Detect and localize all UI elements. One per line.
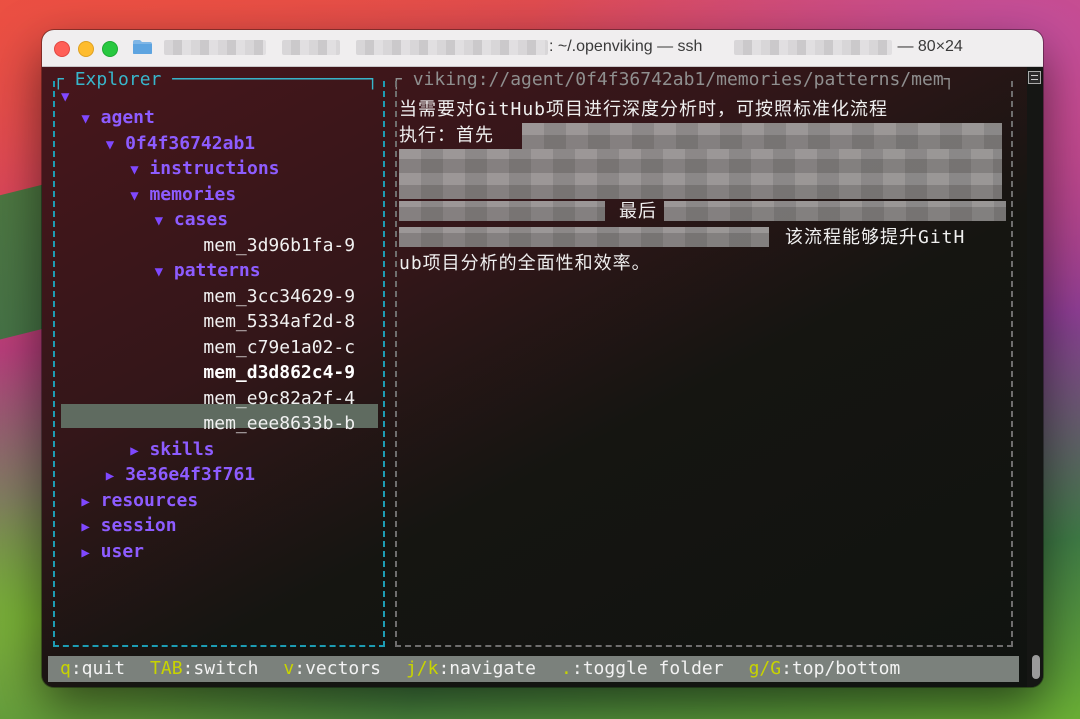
chevron-down-icon: ▼: [61, 89, 70, 105]
chevron-right-icon: ▶: [105, 468, 115, 484]
tree-folder[interactable]: ▼ agent: [81, 105, 154, 130]
shortcut-top-bottom[interactable]: g/G:top/bottom: [749, 658, 901, 679]
window-title-path: : ~/.openviking — ssh: [549, 38, 703, 55]
chevron-down-icon: ▼: [105, 136, 115, 153]
tree-folder[interactable]: ▶ skills: [130, 437, 214, 462]
folder-label: memories: [149, 183, 237, 205]
tree-folder[interactable]: ▼ cases: [155, 207, 228, 232]
redacted-title-segment: [356, 40, 548, 55]
folder-label: 0f4f36742ab1: [125, 132, 256, 154]
tree-folder[interactable]: ▼ instructions: [130, 156, 279, 181]
maximize-button[interactable]: [102, 41, 118, 57]
tree-file[interactable]: mem_3cc34629-9: [203, 284, 355, 309]
folder-label: session: [100, 515, 177, 536]
menu-icon[interactable]: [1028, 71, 1041, 84]
chevron-right-icon: ▶: [130, 442, 139, 459]
folder-label: 3e36e4f3f761: [125, 464, 256, 485]
file-label: mem_eee8633b-b: [203, 413, 356, 434]
folder-label: user: [100, 540, 145, 562]
minimize-button[interactable]: [78, 41, 94, 57]
redacted-text: [664, 201, 1006, 221]
folder-icon: [133, 40, 152, 54]
content-line-6: 该流程能够提升GitH: [785, 227, 966, 248]
scrollbar-thumb[interactable]: [1032, 655, 1040, 679]
shortcut-switch[interactable]: TAB:switch: [150, 658, 258, 679]
title-bar[interactable]: : ~/.openviking — ssh — 80×24: [42, 30, 1043, 67]
tree-file[interactable]: mem_d3d862c4-9: [203, 360, 355, 385]
tree-file[interactable]: mem_5334af2d-8: [203, 309, 355, 334]
tree-folder[interactable]: ▶ user: [81, 539, 144, 564]
chevron-down-icon: ▼: [154, 264, 164, 280]
tree-folder[interactable]: ▶ 3e36e4f3f761: [106, 462, 255, 487]
shortcut-vectors[interactable]: v:vectors: [283, 658, 381, 679]
tree-file[interactable]: mem_eee8633b-b: [203, 411, 355, 436]
folder-label: cases: [173, 209, 229, 230]
chevron-right-icon: ▶: [81, 544, 90, 561]
tree-folder[interactable]: ▶ session: [81, 513, 176, 538]
window-title-size: — 80×24: [893, 38, 963, 55]
terminal-area[interactable]: ┌ Explorer ──────────────────┐ ▼ ▼ agent ▼…: [42, 67, 1043, 687]
tree-folder[interactable]: ▼ 0f4f36742ab1: [106, 131, 255, 156]
status-bar: q:quit TAB:switch v:vectors j/k:navigate .:t…: [48, 656, 1019, 682]
file-label: mem_c79e1a02-c: [203, 336, 356, 358]
tree-file[interactable]: mem_3d96b1fa-9: [203, 233, 355, 258]
content-line-7: ub项目分析的全面性和效率。: [399, 253, 651, 274]
chevron-down-icon: ▼: [154, 213, 164, 229]
folder-label: agent: [100, 107, 155, 128]
explorer-panel[interactable]: ▼ ▼ agent ▼ 0f4f36742ab1 ▼ instructions ▼ me…: [53, 81, 385, 647]
chevron-right-icon: ▶: [81, 493, 90, 510]
terminal-window: : ~/.openviking — ssh — 80×24 ┌ Explorer…: [42, 30, 1043, 687]
tree-root-toggle[interactable]: ▼: [61, 83, 69, 108]
content-line-1: 当需要对GitHub项目进行深度分析时，可按照标准化流程: [399, 99, 889, 120]
chevron-right-icon: ▶: [81, 519, 90, 535]
file-label: mem_e9c82a2f-4: [203, 387, 356, 409]
chevron-down-icon: ▼: [130, 162, 139, 178]
content-line-5: 最后: [619, 201, 657, 222]
folder-label: resources: [100, 489, 199, 511]
folder-label: skills: [149, 438, 215, 460]
shortcut-quit[interactable]: q:quit: [60, 658, 125, 679]
tree-folder[interactable]: ▶ resources: [81, 488, 198, 513]
redacted-text: [522, 123, 1002, 149]
redacted-text: [399, 201, 605, 221]
redacted-title-segment: [282, 40, 340, 55]
file-label: mem_3cc34629-9: [203, 285, 356, 307]
file-label: mem_5334af2d-8: [203, 311, 356, 332]
chevron-down-icon: ▼: [130, 187, 139, 204]
redacted-text: [399, 227, 769, 247]
tree-folder[interactable]: ▼ patterns: [155, 258, 261, 283]
redacted-title-segment: [734, 40, 892, 55]
close-button[interactable]: [54, 41, 70, 57]
file-label: mem_d3d862c4-9: [203, 362, 356, 383]
tree-file[interactable]: mem_e9c82a2f-4: [203, 386, 355, 411]
redacted-title-segment: [164, 40, 266, 55]
redacted-text: [399, 173, 1002, 199]
redacted-text: [399, 149, 1002, 173]
folder-label: instructions: [149, 158, 280, 179]
chevron-down-icon: ▼: [81, 111, 90, 127]
shortcut-navigate[interactable]: j/k:navigate: [406, 658, 536, 679]
file-label: mem_3d96b1fa-9: [203, 234, 356, 256]
tree-file[interactable]: mem_c79e1a02-c: [203, 335, 355, 360]
tree-folder[interactable]: ▼ memories: [130, 182, 236, 207]
shortcut-toggle-folder[interactable]: .:toggle folder: [561, 658, 724, 679]
folder-label: patterns: [173, 260, 261, 281]
scrollbar[interactable]: [1027, 67, 1043, 687]
